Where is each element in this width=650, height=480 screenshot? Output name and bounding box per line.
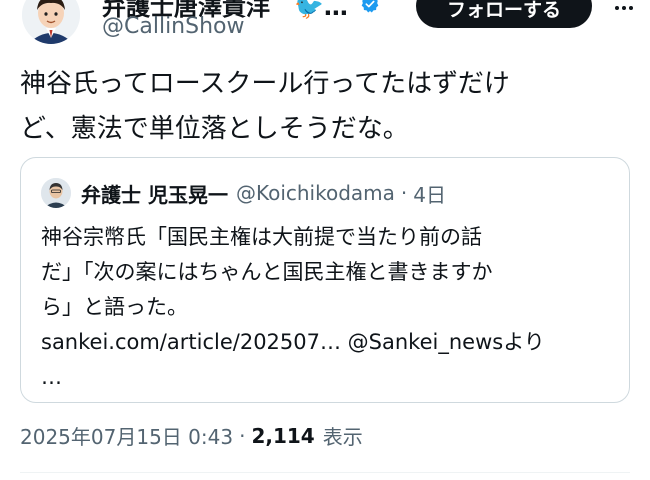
quoted-tweet-text: 神谷宗幣氏「国民主権は大前提で当たり前の話 だ」「次の案にはちゃんと国民主権と書… (41, 220, 611, 395)
quoted-avatar-portrait-icon (41, 178, 71, 208)
quoted-ellipsis: … (41, 365, 62, 389)
quoted-text-line: 神谷宗幣氏「国民主権は大前提で当たり前の話 (41, 225, 482, 249)
author-handle[interactable]: @CallinShow (102, 14, 244, 39)
quoted-timestamp: 4日 (413, 182, 446, 207)
author-avatar[interactable] (22, 0, 80, 44)
tweet-text-line: ど、憲法で単位落としそうだな。 (20, 114, 409, 144)
tweet-timestamp[interactable]: 2025年07月15日 0:43 (20, 421, 233, 450)
tweet-detail: 弁護士唐澤貴洋 🐦… @CallinShow フォローする 神谷氏ってロースクー… (0, 0, 650, 480)
meta-separator: · (239, 423, 246, 448)
quoted-separator: · (400, 181, 408, 205)
quoted-tweet-header: 弁護士 児玉晃一 @Koichikodama · 4日 (81, 178, 446, 208)
tweet-meta: 2025年07月15日 0:43 · 2,114 表示 (20, 421, 363, 450)
views-count: 2,114 (251, 423, 315, 448)
follow-button[interactable]: フォローする (416, 0, 592, 28)
quoted-author-handle: @Koichikodama (235, 181, 395, 205)
quoted-text-line: ら」と語った。 (41, 295, 188, 319)
quoted-author-avatar (41, 178, 71, 208)
divider (20, 472, 630, 473)
tweet-text: 神谷氏ってロースクール行ってたはずだけ ど、憲法で単位落としそうだな。 (20, 62, 630, 152)
quoted-text-line: だ」「次の案にはちゃんと国民主権と書きますか (41, 260, 493, 284)
quoted-tweet-card[interactable]: 弁護士 児玉晃一 @Koichikodama · 4日 神谷宗幣氏「国民主権は大… (20, 157, 630, 403)
quoted-link-line: sankei.com/article/202507… @Sankei_newsよ… (41, 330, 545, 354)
views-label: 表示 (322, 425, 363, 449)
verified-badge-icon (361, 0, 379, 13)
more-options-icon[interactable] (612, 0, 636, 20)
quoted-author-display-name: 弁護士 児玉晃一 (81, 182, 228, 207)
tweet-text-line: 神谷氏ってロースクール行ってたはずだけ (20, 69, 510, 99)
avatar-portrait-icon (22, 0, 80, 44)
